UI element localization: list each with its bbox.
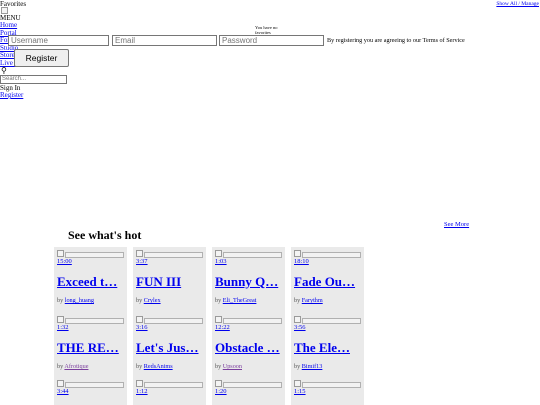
video-title-link[interactable]: Bunny Q… [215,274,285,289]
video-title-link[interactable]: FUN III [136,274,206,289]
video-card[interactable]: 1:20 [212,377,285,405]
see-more-link[interactable]: See More [444,221,469,228]
email-input[interactable]: Email [112,35,217,46]
hot-section-title: See what's hot [68,228,142,242]
byline-prefix: by [294,297,301,304]
broken-image-icon [136,250,143,257]
video-card[interactable]: 3:16 Let's Jus… by RedsAnims [133,313,206,379]
thumbnail-frame [65,252,124,258]
video-card[interactable]: 1:12 [133,377,206,405]
video-duration[interactable]: 3:37 [136,258,148,265]
video-title-link[interactable]: Fade Ou… [294,274,364,289]
thumbnail-frame [144,252,203,258]
broken-image-icon [136,380,143,387]
byline-prefix: by [294,363,301,370]
video-card[interactable]: 3:44 [54,377,127,405]
video-duration[interactable]: 3:56 [294,324,306,331]
username-input[interactable]: Username [8,35,109,46]
thumbnail-frame [302,252,361,258]
video-byline: by Crylex [136,297,161,304]
video-duration[interactable]: 15:00 [57,258,72,265]
video-byline: by long_huang [57,297,94,304]
video-card[interactable]: 1:03 Bunny Q… by Eli_TheGreat [212,247,285,313]
broken-image-icon [57,380,64,387]
video-card[interactable]: 18:10 Fade Ou… by Farythm [291,247,364,313]
video-card[interactable]: 3:56 The Ele… by Bimif13 [291,313,364,379]
byline-prefix: by [136,363,143,370]
author-link[interactable]: Crylex [144,297,161,304]
video-byline: by Bimif13 [294,363,322,370]
broken-image-icon [136,316,143,323]
video-card[interactable]: 15:00 Exceed t… by long_huang [54,247,127,313]
show-all-manage-link[interactable]: Show All / Manage [496,1,539,7]
broken-image-icon [215,380,222,387]
thumbnail-frame [65,318,124,324]
video-duration[interactable]: 1:12 [136,388,148,395]
video-title-link[interactable]: THE RE… [57,340,127,355]
author-link[interactable]: Farythm [302,297,323,304]
video-duration[interactable]: 3:16 [136,324,148,331]
terms-of-service-link[interactable]: Terms of Service [423,37,465,44]
broken-image-icon [294,250,301,257]
author-link[interactable]: Eli_TheGreat [223,297,257,304]
video-duration[interactable]: 18:10 [294,258,309,265]
byline-prefix: by [215,363,222,370]
video-duration[interactable]: 12:22 [215,324,230,331]
search-icon[interactable]: ⚲ [1,67,7,75]
video-card[interactable]: 12:22 Obstacle … by Upsoon [212,313,285,379]
register-link[interactable]: Register [0,91,23,99]
video-title-link[interactable]: Obstacle … [215,340,285,355]
byline-prefix: by [136,297,143,304]
author-link[interactable]: Bimif13 [302,363,323,370]
video-card[interactable]: 3:37 FUN III by Crylex [133,247,206,313]
video-card[interactable]: 1:15 [291,377,364,405]
video-byline: by Farythm [294,297,323,304]
author-link[interactable]: RedsAnims [144,363,173,370]
thumbnail-frame [65,382,124,388]
video-title-link[interactable]: Let's Jus… [136,340,206,355]
search-input[interactable]: Search... [0,75,67,84]
thumbnail-frame [144,382,203,388]
video-duration[interactable]: 1:03 [215,258,227,265]
password-input[interactable]: Password [219,35,324,46]
thumbnail-frame [302,318,361,324]
video-byline: by Upsoon [215,363,242,370]
byline-prefix: by [57,363,64,370]
thumbnail-frame [223,252,282,258]
register-button[interactable]: Register [14,49,69,67]
broken-image-icon [294,316,301,323]
register-agreement: By registering you are agreeing to our T… [327,37,465,44]
video-byline: by Afrotique [57,363,88,370]
video-duration[interactable]: 1:32 [57,324,69,331]
thumbnail-frame [302,382,361,388]
video-title-link[interactable]: The Ele… [294,340,364,355]
thumbnail-frame [144,318,203,324]
video-title-link[interactable]: Exceed t… [57,274,127,289]
thumbnail-frame [223,382,282,388]
author-link[interactable]: Afrotique [64,363,88,370]
broken-image-icon [215,250,222,257]
video-byline: by Eli_TheGreat [215,297,256,304]
video-duration[interactable]: 1:15 [294,388,306,395]
author-link[interactable]: long_huang [65,297,94,304]
broken-image-icon [57,316,64,323]
favorites-empty-text: You have no favorites [255,25,278,35]
video-byline: by RedsAnims [136,363,173,370]
thumbnail-frame [223,318,282,324]
byline-prefix: by [57,297,64,304]
broken-image-icon [57,250,64,257]
broken-image-icon [294,380,301,387]
author-link[interactable]: Upsoon [223,363,242,370]
byline-prefix: by [215,297,222,304]
video-duration[interactable]: 1:20 [215,388,227,395]
video-card[interactable]: 1:32 THE RE… by Afrotique [54,313,127,379]
video-duration[interactable]: 3:44 [57,388,69,395]
broken-image-icon [215,316,222,323]
